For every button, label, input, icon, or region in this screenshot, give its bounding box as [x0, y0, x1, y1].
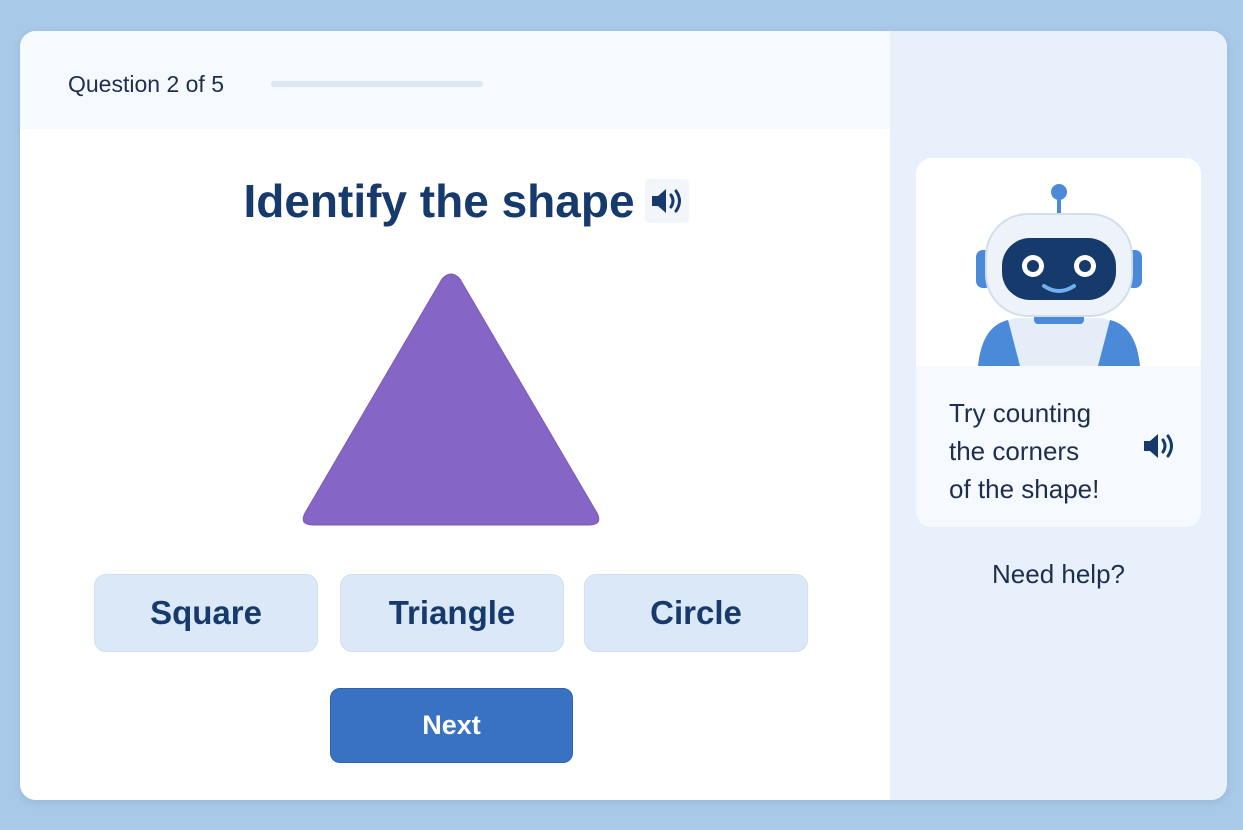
- mascot-area: [916, 158, 1201, 366]
- quiz-header: Question 2 of 5: [20, 31, 890, 129]
- question-title-row: Identify the shape: [20, 171, 890, 231]
- progress-bar: [271, 81, 483, 87]
- read-question-aloud-button[interactable]: [644, 179, 689, 223]
- question-title: Identify the shape: [243, 175, 635, 227]
- hint-text: Try counting the corners of the shape!: [949, 398, 1100, 504]
- answer-square-button[interactable]: Square: [94, 574, 318, 652]
- question-counter: Question 2 of 5: [68, 71, 224, 97]
- answer-options: Square Triangle Circle: [94, 574, 809, 652]
- answer-circle-button[interactable]: Circle: [584, 574, 808, 652]
- quiz-card: Question 2 of 5 Identify the shape Squar…: [20, 31, 1227, 800]
- shape-display: [301, 273, 601, 529]
- need-help-link[interactable]: Need help?: [890, 559, 1227, 590]
- hint-bubble: Try counting the corners of the shape!: [916, 366, 1201, 527]
- triangle-shape: [302, 273, 600, 526]
- helper-card: Try counting the corners of the shape!: [916, 158, 1201, 527]
- next-button[interactable]: Next: [330, 688, 573, 763]
- speaker-icon: [1144, 434, 1173, 458]
- read-hint-aloud-button[interactable]: [1140, 426, 1180, 466]
- progress-fill: [271, 81, 356, 87]
- question-panel: Question 2 of 5 Identify the shape Squar…: [20, 31, 890, 800]
- answer-triangle-button[interactable]: Triangle: [340, 574, 564, 652]
- helper-sidebar: Try counting the corners of the shape! N…: [890, 31, 1227, 800]
- robot-mascot-icon: [976, 184, 1142, 366]
- speaker-icon: [651, 189, 681, 213]
